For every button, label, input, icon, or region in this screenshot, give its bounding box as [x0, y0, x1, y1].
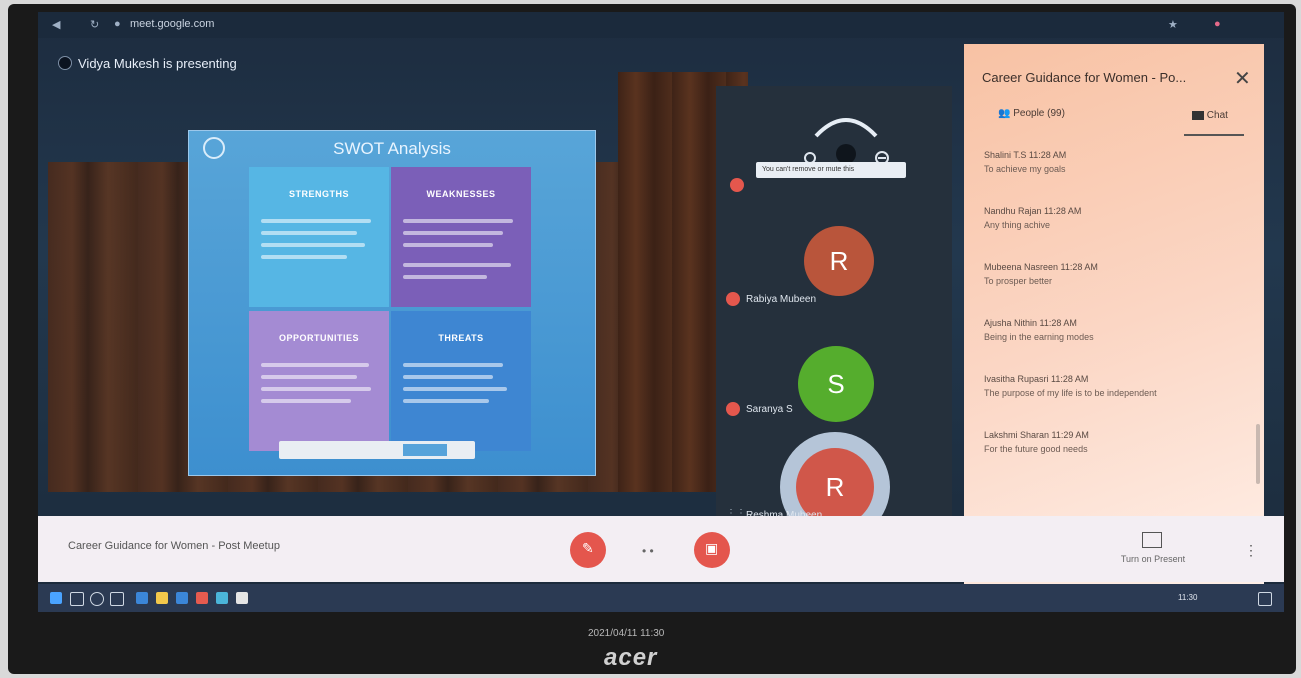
chrome-icon[interactable] — [236, 592, 248, 604]
tab-chat[interactable]: Chat — [1192, 110, 1228, 121]
slide-caption-bar — [279, 441, 475, 459]
chat-icon — [1192, 110, 1204, 120]
avatar: R — [804, 226, 874, 296]
browser-bar: ◀ ↻ ● meet.google.com ★ ● — [38, 12, 1284, 38]
chat-sender: Ajusha Nithin 11:28 AM — [984, 318, 1077, 328]
camera-off-icon: ▣ — [705, 540, 719, 556]
quadrant-title: STRENGTHS — [288, 189, 349, 199]
more-options-icon[interactable]: ⋮ — [1244, 542, 1258, 559]
present-button-label[interactable]: Turn on Present — [1108, 554, 1198, 564]
photo-timestamp: 2021/04/11 11:30 — [588, 628, 665, 639]
chat-message: Any thing achive — [984, 220, 1051, 230]
back-icon[interactable]: ◀ — [52, 18, 60, 31]
start-icon[interactable] — [50, 592, 62, 604]
swot-opportunities: OPPORTUNITIES — [249, 311, 389, 451]
participant-name: Rabiya Mubeen — [746, 294, 817, 305]
extension-icon[interactable]: ● — [1214, 18, 1221, 30]
swot-weaknesses: WEAKNESSES — [391, 167, 531, 307]
slide-caption-button — [403, 444, 447, 456]
chat-sender: Nandhu Rajan 11:28 AM — [984, 206, 1082, 216]
chat-sender: Ivasitha Rupasri 11:28 AM — [984, 374, 1089, 384]
meeting-controls-bar: Career Guidance for Women - Post Meetup … — [38, 516, 1284, 582]
tab-chat-label: Chat — [1206, 110, 1228, 121]
presentation-slide: SWOT Analysis STRENGTHS WEAKNESSES OPPOR… — [188, 130, 596, 476]
chat-message: To achieve my goals — [984, 164, 1066, 174]
task-view-icon[interactable] — [110, 592, 124, 606]
url-text[interactable]: meet.google.com — [130, 18, 214, 30]
lock-icon: ● — [114, 18, 121, 30]
chat-scrollbar[interactable] — [1256, 424, 1260, 484]
tab-people-label: People (99) — [1013, 108, 1065, 119]
presenting-label: Vidya Mukesh is presenting — [78, 56, 237, 71]
taskbar-clock[interactable]: 11:30 — [1178, 593, 1197, 602]
folder-icon[interactable] — [156, 592, 168, 604]
star-icon[interactable]: ★ — [1168, 18, 1178, 31]
monitor-brand-logo: acer — [604, 644, 658, 671]
presenter-avatar-icon — [58, 56, 72, 70]
chat-message: For the future good needs — [984, 444, 1088, 454]
app-icon[interactable] — [216, 592, 228, 604]
people-icon: 👥 — [998, 108, 1011, 119]
chat-message: Being in the earning modes — [984, 332, 1094, 342]
search-icon[interactable] — [70, 592, 84, 606]
reload-icon[interactable]: ↻ — [90, 18, 99, 31]
swot-threats: THREATS — [391, 311, 531, 451]
monitor-frame: ◀ ↻ ● meet.google.com ★ ● Vidya Mukesh i… — [8, 4, 1296, 674]
avatar: S — [798, 346, 874, 422]
slide-title: SWOT Analysis — [333, 139, 451, 158]
chat-message: The purpose of my life is to be independ… — [984, 388, 1157, 398]
participant-name: Saranya S — [746, 404, 793, 415]
chat-panel-title: Career Guidance for Women - Po... — [982, 70, 1187, 85]
hangup-placeholder-icon[interactable]: • • — [642, 544, 654, 558]
quadrant-title: WEAKNESSES — [426, 189, 496, 199]
mic-off-icon — [730, 178, 744, 192]
mail-icon[interactable] — [196, 592, 208, 604]
store-icon[interactable] — [176, 592, 188, 604]
chat-sender: Shalini T.S 11:28 AM — [984, 150, 1067, 160]
chat-sender: Mubeena Nasreen 11:28 AM — [984, 262, 1098, 272]
mic-toggle-button[interactable]: ✎ — [570, 532, 606, 568]
camera-toggle-button[interactable]: ▣ — [694, 532, 730, 568]
quadrant-title: OPPORTUNITIES — [278, 333, 359, 343]
chat-sender: Lakshmi Sharan 11:29 AM — [984, 430, 1089, 440]
mic-off-icon: ✎ — [582, 540, 594, 556]
participants-panel: You can't remove or mute this R Rabiya M… — [716, 86, 952, 542]
headphones-icon — [814, 118, 878, 138]
tooltip: You can't remove or mute this — [756, 162, 906, 178]
notification-icon[interactable] — [1258, 592, 1272, 606]
camera-icon — [836, 144, 856, 164]
meeting-title: Career Guidance for Women - Post Meetup — [68, 540, 280, 552]
windows-taskbar: 11:30 — [38, 584, 1284, 612]
chat-message: To prosper better — [984, 276, 1053, 286]
tooltip-text: You can't remove or mute this — [762, 166, 855, 173]
tab-people[interactable]: 👥 People (99) — [998, 108, 1065, 119]
mic-off-icon — [726, 292, 740, 306]
tab-active-indicator — [1184, 134, 1244, 136]
cortana-icon[interactable] — [90, 592, 104, 606]
edge-icon[interactable] — [136, 592, 148, 604]
present-screen-icon[interactable] — [1142, 532, 1162, 548]
screen: ◀ ↻ ● meet.google.com ★ ● Vidya Mukesh i… — [38, 12, 1284, 612]
mic-off-icon — [726, 402, 740, 416]
quadrant-title: THREATS — [438, 333, 484, 343]
close-icon[interactable]: ✕ — [1234, 66, 1251, 91]
swot-strengths: STRENGTHS — [249, 167, 389, 307]
